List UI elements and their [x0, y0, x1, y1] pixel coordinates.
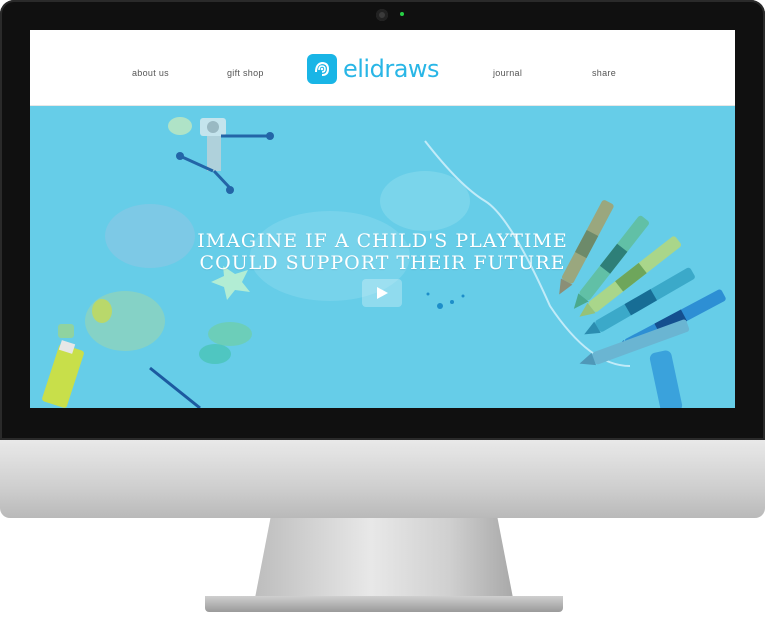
imac-monitor: about us gift shop elidraws journal shar… — [0, 0, 765, 618]
nav-about-us[interactable]: about us — [132, 68, 169, 78]
logo-text-eli: eli — [343, 55, 370, 83]
monitor-stand — [255, 518, 513, 598]
browser-screen: about us gift shop elidraws journal shar… — [30, 30, 735, 408]
monitor-bezel: about us gift shop elidraws journal shar… — [0, 0, 765, 440]
monitor-foot — [205, 596, 563, 612]
site-header: about us gift shop elidraws journal shar… — [30, 30, 735, 106]
monitor-chin — [0, 440, 765, 518]
hero-headline-line2: COULD SUPPORT THEIR FUTURE — [199, 252, 566, 274]
logo-text-draws: draws — [369, 55, 440, 83]
nav-journal[interactable]: journal — [493, 68, 522, 78]
hero-headline: IMAGINE IF A CHILD'S PLAYTIME COULD SUPP… — [30, 230, 735, 274]
eli-logo-icon — [307, 54, 337, 84]
play-icon — [377, 287, 388, 299]
camera-icon — [376, 9, 388, 21]
camera-led-icon — [400, 12, 404, 16]
hero-banner: IMAGINE IF A CHILD'S PLAYTIME COULD SUPP… — [30, 106, 735, 408]
play-video-button[interactable] — [362, 279, 402, 307]
site-logo[interactable]: elidraws — [307, 52, 440, 86]
nav-gift-shop[interactable]: gift shop — [227, 68, 264, 78]
nav-share[interactable]: share — [592, 68, 616, 78]
hero-headline-line1: IMAGINE IF A CHILD'S PLAYTIME — [197, 230, 568, 252]
logo-wordmark: elidraws — [343, 55, 440, 83]
